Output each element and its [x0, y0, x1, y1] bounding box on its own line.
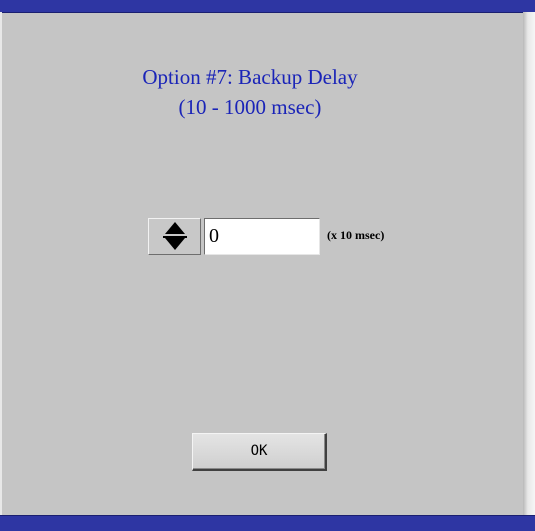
dialog-window: Option #7: Backup Delay (10 - 1000 msec)…	[0, 0, 535, 531]
window-left-edge	[0, 12, 2, 516]
window-right-edge	[523, 12, 535, 516]
heading-range: (10 - 1000 msec)	[178, 95, 322, 119]
title-bar[interactable]	[0, 0, 535, 13]
value-spinner	[148, 218, 201, 255]
arrow-up-icon	[165, 222, 185, 234]
dialog-heading: Option #7: Backup Delay (10 - 1000 msec)	[60, 62, 440, 122]
decrement-button[interactable]	[149, 237, 200, 254]
backup-delay-input[interactable]	[204, 218, 320, 255]
unit-label: (x 10 msec)	[327, 228, 385, 242]
arrow-down-icon	[165, 238, 185, 250]
ok-button[interactable]: OK	[192, 433, 327, 471]
increment-button[interactable]	[149, 220, 200, 237]
heading-title: Option #7: Backup Delay	[142, 65, 358, 89]
bottom-bar	[0, 515, 535, 531]
